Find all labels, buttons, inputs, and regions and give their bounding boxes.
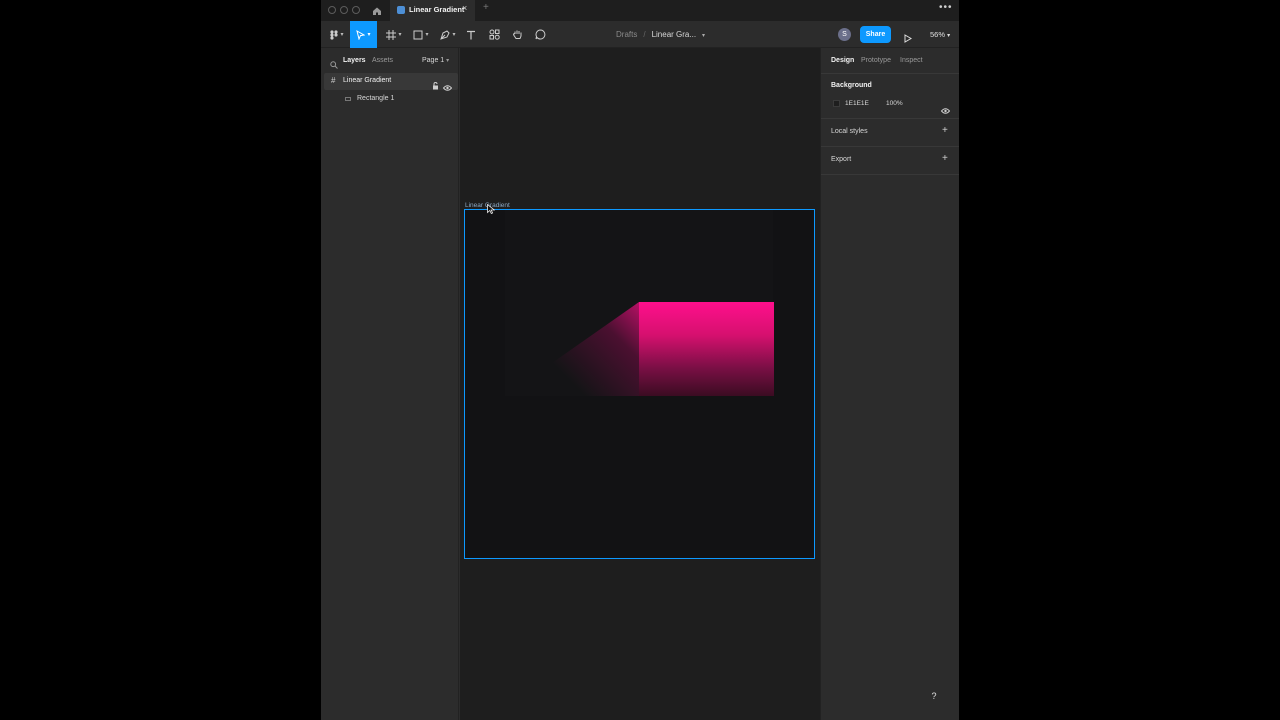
layer-row-frame[interactable]: # Linear Gradient: [324, 73, 458, 91]
chevron-down-icon: ▾: [398, 32, 402, 38]
chevron-down-icon: ▾: [947, 33, 951, 39]
eye-icon[interactable]: [940, 101, 951, 119]
window-maximize-control[interactable]: [352, 6, 360, 14]
frame-tool-button[interactable]: ▾: [383, 21, 405, 48]
window-minimize-control[interactable]: [340, 6, 348, 14]
home-icon[interactable]: [371, 4, 383, 16]
more-options-icon[interactable]: •••: [939, 3, 953, 13]
layer-row-rectangle[interactable]: Rectangle 1: [324, 92, 458, 107]
tab-inspect[interactable]: Inspect: [900, 57, 923, 64]
frame-tool-icon: [386, 29, 397, 40]
avatar[interactable]: S: [838, 28, 851, 41]
layers-panel: Layers Assets Page 1 ▾ # Linear Gradient…: [321, 48, 459, 720]
chevron-down-icon: ▾: [452, 32, 456, 38]
move-tool-icon: [356, 29, 366, 40]
pen-tool-button[interactable]: ▾: [437, 21, 459, 48]
page-name: Page 1: [422, 57, 445, 64]
export-section-title: Export: [831, 156, 852, 163]
figma-app-window: Linear Gradient × + ••• ▾ ▾ ▾ ▾ ▾ Drafts…: [321, 0, 959, 720]
cursor-icon: [487, 201, 496, 219]
add-local-style-button[interactable]: +: [942, 126, 948, 136]
share-button[interactable]: Share: [860, 26, 891, 43]
resources-button[interactable]: [487, 21, 501, 48]
tab-assets[interactable]: Assets: [372, 57, 393, 64]
window-close-control[interactable]: [328, 6, 336, 14]
chevron-down-icon: ▾: [340, 32, 344, 38]
local-styles-section-title: Local styles: [831, 128, 868, 135]
title-bar: Linear Gradient × + •••: [321, 0, 959, 21]
pen-tool-icon: [440, 29, 451, 40]
selected-frame[interactable]: [464, 209, 815, 559]
breadcrumb: Drafts / Linear Gra... ▾: [616, 30, 705, 39]
rectangle-icon: [345, 97, 351, 101]
chevron-down-icon: ▾: [446, 58, 450, 64]
properties-panel: Design Prototype Inspect Background 1E1E…: [820, 48, 959, 720]
background-color-swatch[interactable]: [833, 100, 840, 107]
breadcrumb-separator: /: [643, 30, 646, 39]
comment-icon: [535, 29, 545, 40]
comment-tool-button[interactable]: [533, 21, 547, 48]
resources-icon: [489, 29, 500, 40]
hand-tool-icon: [512, 30, 521, 39]
new-tab-button[interactable]: +: [483, 3, 489, 13]
figma-menu-icon: [330, 29, 339, 40]
left-panel-tabs: Layers Assets Page 1 ▾: [321, 48, 458, 72]
rectangle-1[interactable]: [639, 302, 774, 396]
help-button[interactable]: ?: [925, 687, 943, 705]
chevron-down-icon: ▾: [425, 32, 429, 38]
hand-tool-button[interactable]: [510, 21, 524, 48]
figma-file-icon: [397, 6, 405, 14]
divider: [821, 146, 959, 147]
divider: [821, 174, 959, 175]
divider: [821, 118, 959, 119]
chevron-down-icon: ▾: [367, 32, 371, 38]
play-icon[interactable]: [904, 30, 912, 48]
divider: [821, 73, 959, 74]
search-icon[interactable]: [330, 56, 338, 74]
shape-tool-icon: [413, 30, 423, 39]
tab-design[interactable]: Design: [831, 57, 854, 64]
file-name[interactable]: Linear Gra...: [652, 30, 696, 39]
layer-label: Linear Gradient: [343, 77, 392, 84]
breadcrumb-drafts[interactable]: Drafts: [616, 30, 637, 39]
file-tab[interactable]: Linear Gradient ×: [390, 0, 475, 21]
text-tool-icon: [467, 30, 475, 39]
background-opacity-input[interactable]: 100%: [886, 100, 903, 107]
zoom-value: 56%: [930, 30, 946, 39]
file-tab-label: Linear Gradient: [409, 5, 465, 14]
close-tab-icon[interactable]: ×: [462, 4, 467, 13]
move-tool-button[interactable]: ▾: [350, 21, 377, 48]
chevron-down-icon[interactable]: ▾: [702, 33, 705, 39]
background-hex-input[interactable]: 1E1E1E: [845, 100, 869, 107]
tab-prototype[interactable]: Prototype: [861, 57, 891, 64]
layer-label: Rectangle 1: [357, 95, 395, 102]
page-selector[interactable]: Page 1 ▾: [422, 57, 449, 64]
main-menu-button[interactable]: ▾: [326, 21, 348, 48]
background-section-title: Background: [831, 82, 872, 89]
toolbar: ▾ ▾ ▾ ▾ ▾ Drafts / Linear Gra... ▾ S Sha…: [321, 21, 959, 48]
frame-icon: #: [331, 76, 336, 85]
add-export-button[interactable]: +: [942, 154, 948, 164]
text-tool-button[interactable]: [464, 21, 478, 48]
shape-tool-button[interactable]: ▾: [410, 21, 432, 48]
canvas[interactable]: Linear Gradient: [460, 48, 820, 720]
tab-layers[interactable]: Layers: [343, 57, 366, 64]
zoom-dropdown[interactable]: 56% ▾: [930, 30, 950, 39]
